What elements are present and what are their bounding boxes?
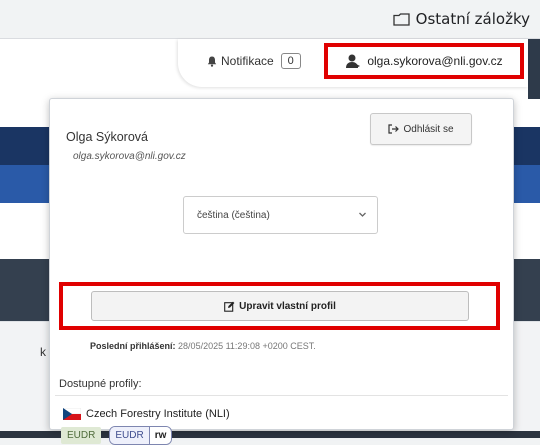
right-edge-strip — [528, 39, 540, 99]
user-full-name: Olga Sýkorová — [66, 130, 148, 144]
profile-badges: EUDR EUDR rw — [61, 426, 173, 445]
language-select[interactable]: čeština (čeština) — [183, 196, 378, 234]
czech-flag-icon — [63, 408, 81, 420]
logout-label: Odhlásit se — [403, 123, 454, 135]
notifications-label: Notifikace — [221, 54, 274, 68]
last-login-label: Poslední přihlášení: — [90, 341, 176, 351]
logout-button[interactable]: Odhlásit se — [370, 113, 472, 145]
user-menu-email: olga.sykorova@nli.gov.cz — [367, 54, 503, 68]
bell-icon — [207, 56, 217, 67]
user-icon — [346, 54, 361, 68]
other-bookmarks-folder[interactable]: Ostatní záložky — [393, 7, 530, 31]
other-bookmarks-label: Ostatní záložky — [415, 10, 530, 28]
user-email: olga.sykorova@nli.gov.cz — [73, 151, 186, 162]
folder-icon — [393, 12, 410, 26]
profile-organization[interactable]: Czech Forestry Institute (NLI) — [63, 408, 230, 420]
web-page: k Notifikace 0 olga.sykorova@nli.gov.cz … — [0, 39, 540, 445]
last-login-info: Poslední přihlášení: 28/05/2025 11:29:08… — [90, 341, 316, 351]
notifications-count-badge: 0 — [280, 53, 301, 69]
eudr-badge[interactable]: EUDR — [61, 427, 102, 444]
content-edge-text: k — [40, 345, 46, 359]
chevron-down-icon — [359, 212, 366, 217]
available-profiles-label: Dostupné profily: — [59, 378, 142, 390]
organization-name: Czech Forestry Institute (NLI) — [86, 408, 230, 420]
user-menu-button[interactable]: olga.sykorova@nli.gov.cz — [324, 43, 524, 79]
edit-profile-button[interactable]: Upravit vlastní profil — [91, 291, 469, 321]
last-login-value: 28/05/2025 11:29:08 +0200 CEST. — [178, 341, 316, 351]
sign-out-icon — [388, 124, 400, 134]
role-badge-permission: rw — [148, 427, 172, 444]
edit-profile-label: Upravit vlastní profil — [239, 300, 336, 312]
notifications-button[interactable]: Notifikace 0 — [207, 51, 301, 71]
edit-icon — [224, 301, 235, 312]
language-selected-value: čeština (čeština) — [197, 209, 270, 221]
role-badge-name: EUDR — [110, 427, 149, 444]
eudr-role-badge[interactable]: EUDR rw — [109, 426, 173, 445]
bookmarks-bar: Ostatní záložky — [0, 0, 540, 39]
profiles-divider — [55, 395, 508, 396]
user-dropdown-panel: Olga Sýkorová olga.sykorova@nli.gov.cz O… — [49, 98, 514, 445]
